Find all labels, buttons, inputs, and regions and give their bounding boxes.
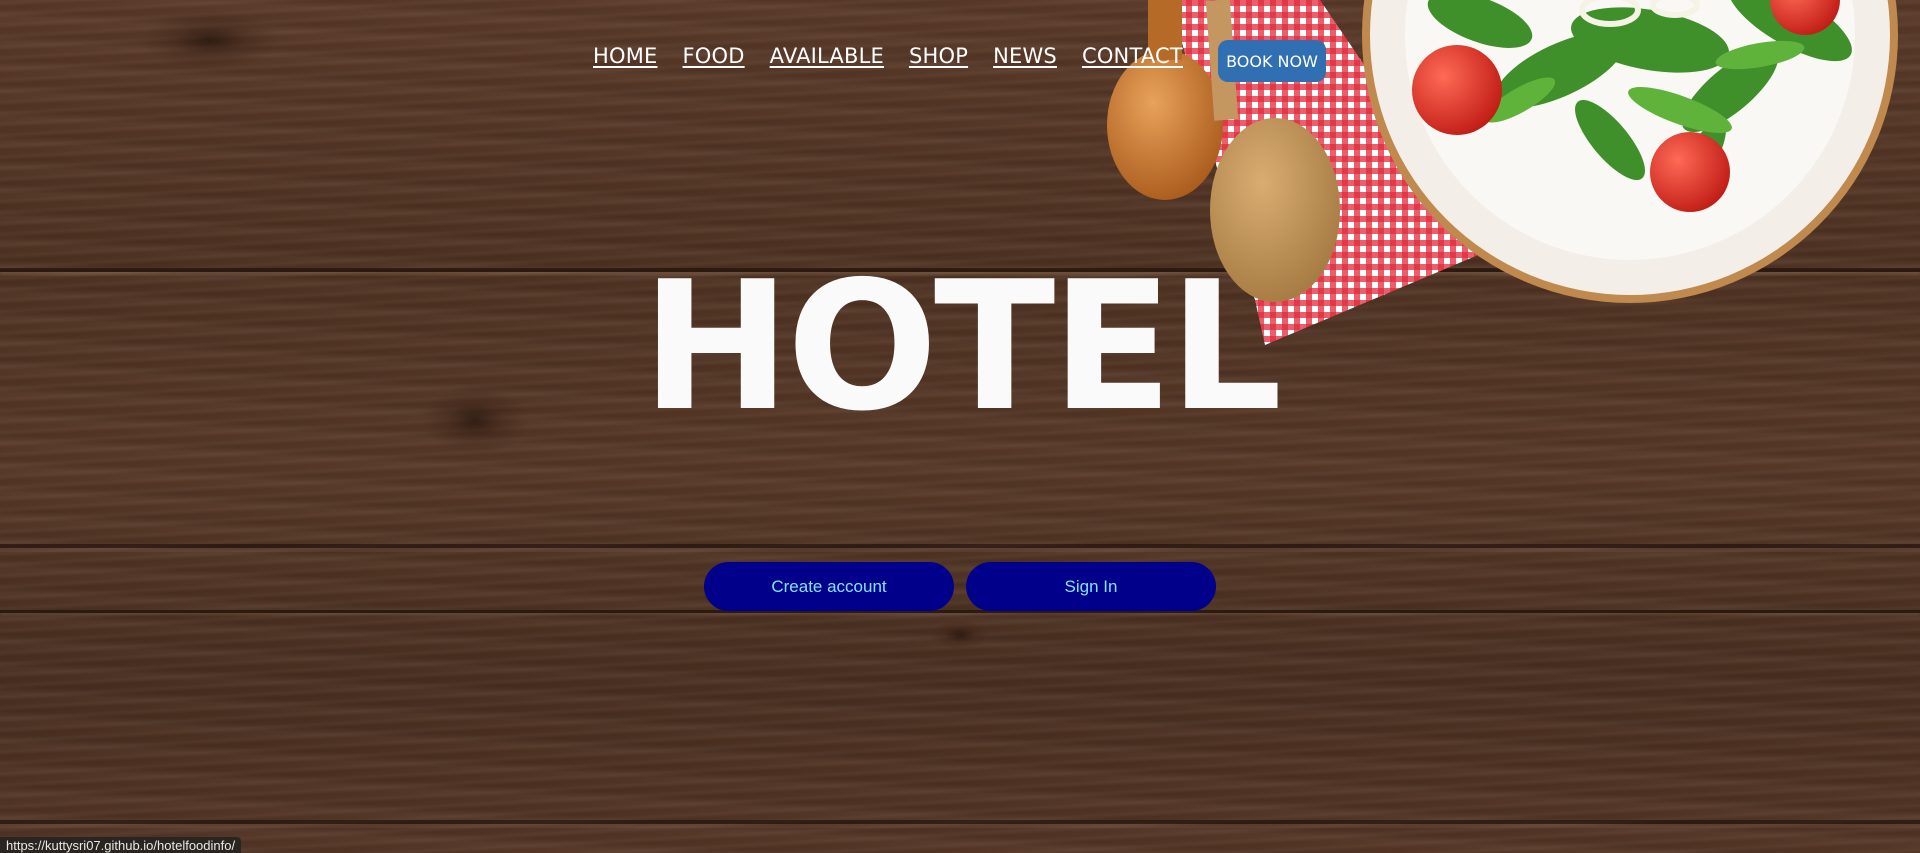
create-account-button[interactable]: Create account	[704, 562, 954, 611]
wood-knot	[140, 10, 280, 70]
nav-available-link[interactable]: AVAILABLE	[770, 44, 884, 68]
wood-knot	[420, 385, 530, 455]
nav-shop-link[interactable]: SHOP	[909, 44, 968, 68]
nav-contact-link[interactable]: CONTACT	[1082, 44, 1183, 68]
nav-home-link[interactable]: HOME	[593, 44, 658, 68]
hero-title: HOTEL	[641, 243, 1283, 450]
hero-background: HOME FOOD AVAILABLE SHOP NEWS CONTACT BO…	[0, 0, 1920, 853]
book-now-button[interactable]: BOOK NOW	[1218, 40, 1326, 82]
status-bar-url: https://kuttysri07.github.io/hotelfoodin…	[0, 837, 242, 853]
nav-food-link[interactable]: FOOD	[683, 44, 745, 68]
auth-buttons: Create account Sign In	[704, 562, 1228, 611]
nav-news-link[interactable]: NEWS	[993, 44, 1057, 68]
sign-in-button[interactable]: Sign In	[966, 562, 1216, 611]
main-nav: HOME FOOD AVAILABLE SHOP NEWS CONTACT	[593, 44, 1208, 68]
wood-knot	[930, 620, 990, 650]
